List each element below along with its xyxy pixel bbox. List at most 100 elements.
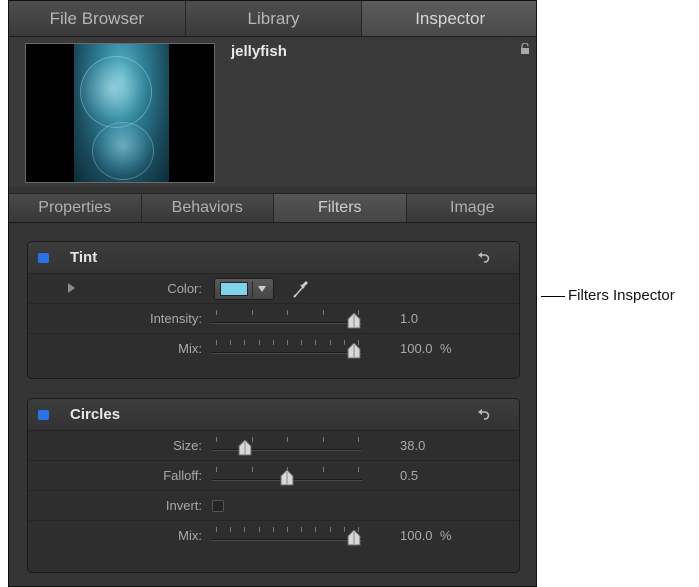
- slider-tick: [216, 340, 217, 345]
- mix-slider[interactable]: [212, 338, 362, 360]
- inspector-sub-tabs: Properties Behaviors Filters Image: [9, 193, 537, 223]
- slider-tick: [287, 340, 288, 345]
- slider-tick: [323, 310, 324, 315]
- chevron-down-icon[interactable]: [258, 286, 266, 292]
- slider-tick: [216, 310, 217, 315]
- param-value[interactable]: 100.0: [400, 528, 433, 543]
- param-unit: %: [440, 341, 452, 356]
- slider-ticks: [212, 525, 362, 533]
- jellyfish-shape: [92, 122, 154, 180]
- slider-thumb[interactable]: [280, 470, 294, 486]
- param-row-mix: Mix: 100.0 %: [28, 521, 519, 551]
- slider-tick: [252, 310, 253, 315]
- slider-thumb[interactable]: [347, 530, 361, 546]
- slider-tick: [344, 340, 345, 345]
- reset-icon[interactable]: [477, 252, 491, 264]
- filter-group-tint: Tint Color: Intensity: 1.0 Mix: 100.0 %: [27, 241, 520, 379]
- slider-tick: [252, 437, 253, 442]
- param-label: Size:: [173, 438, 202, 453]
- slider-track[interactable]: [212, 322, 362, 324]
- slider-tick: [259, 340, 260, 345]
- slider-tick: [358, 467, 359, 472]
- slider-thumb[interactable]: [347, 313, 361, 329]
- param-row-intensity: Intensity: 1.0: [28, 304, 519, 334]
- param-row-mix: Mix: 100.0 %: [28, 334, 519, 364]
- slider-tick: [244, 340, 245, 345]
- filter-title: Circles: [70, 406, 121, 423]
- tab-filters[interactable]: Filters: [274, 194, 407, 222]
- slider-tick: [216, 527, 217, 532]
- param-label: Invert:: [165, 498, 202, 513]
- slider-tick: [301, 340, 302, 345]
- slider-tick: [273, 527, 274, 532]
- size-slider[interactable]: [212, 435, 362, 457]
- filter-group-circles: Circles Size: 38.0 Falloff: 0.5 Invert: …: [27, 398, 520, 573]
- slider-tick: [344, 527, 345, 532]
- slider-tick: [230, 340, 231, 345]
- param-value[interactable]: 38.0: [400, 438, 425, 453]
- param-label: Mix:: [178, 341, 202, 356]
- param-label: Intensity:: [149, 311, 202, 326]
- slider-thumb[interactable]: [347, 343, 361, 359]
- slider-track[interactable]: [212, 449, 362, 451]
- param-label: Mix:: [178, 528, 202, 543]
- preview-thumbnail: [25, 43, 215, 183]
- slider-tick: [287, 310, 288, 315]
- param-label: Falloff:: [163, 468, 202, 483]
- lock-icon[interactable]: [520, 43, 530, 55]
- filter-enable-checkbox[interactable]: [38, 253, 49, 263]
- tab-behaviors[interactable]: Behaviors: [142, 194, 274, 222]
- slider-tick: [259, 527, 260, 532]
- clip-name: jellyfish: [231, 43, 287, 60]
- falloff-slider[interactable]: [212, 465, 362, 487]
- slider-thumb[interactable]: [238, 440, 252, 456]
- inspector-panel: File Browser Library Inspector jellyfish…: [8, 0, 537, 587]
- filter-title: Tint: [70, 249, 98, 266]
- param-unit: %: [440, 528, 452, 543]
- param-label: Color:: [167, 281, 202, 296]
- param-row-color: Color:: [28, 274, 519, 304]
- filter-header: Circles: [28, 399, 519, 431]
- filter-enable-checkbox[interactable]: [38, 410, 49, 420]
- tab-properties[interactable]: Properties: [9, 194, 142, 222]
- slider-tick: [216, 437, 217, 442]
- slider-tick: [323, 467, 324, 472]
- preview-area: jellyfish: [9, 37, 536, 187]
- color-swatch[interactable]: [220, 282, 248, 296]
- param-value[interactable]: 100.0: [400, 341, 433, 356]
- color-well[interactable]: [214, 278, 274, 300]
- reset-icon[interactable]: [477, 409, 491, 421]
- slider-tick: [230, 527, 231, 532]
- eyedropper-icon[interactable]: [292, 279, 310, 299]
- slider-tick: [315, 527, 316, 532]
- slider-ticks: [212, 338, 362, 346]
- tab-library[interactable]: Library: [186, 1, 363, 36]
- slider-tick: [330, 527, 331, 532]
- tab-inspector[interactable]: Inspector: [362, 1, 536, 36]
- slider-tick: [287, 437, 288, 442]
- disclosure-triangle-icon[interactable]: [68, 283, 75, 293]
- slider-tick: [273, 340, 274, 345]
- tab-image[interactable]: Image: [407, 194, 537, 222]
- filter-header: Tint: [28, 242, 519, 274]
- slider-tick: [315, 340, 316, 345]
- slider-ticks: [212, 308, 362, 316]
- slider-tick: [287, 527, 288, 532]
- slider-tick: [330, 340, 331, 345]
- param-value[interactable]: 0.5: [400, 468, 418, 483]
- slider-track[interactable]: [212, 352, 362, 354]
- invert-checkbox[interactable]: [212, 500, 224, 512]
- intensity-slider[interactable]: [212, 308, 362, 330]
- slider-tick: [216, 467, 217, 472]
- tab-file-browser[interactable]: File Browser: [9, 1, 186, 36]
- param-row-size: Size: 38.0: [28, 431, 519, 461]
- callout-label: Filters Inspector: [568, 287, 675, 304]
- param-value[interactable]: 1.0: [400, 311, 418, 326]
- top-tab-bar: File Browser Library Inspector: [9, 1, 536, 37]
- mix-slider[interactable]: [212, 525, 362, 547]
- slider-track[interactable]: [212, 539, 362, 541]
- param-row-invert: Invert:: [28, 491, 519, 521]
- param-row-falloff: Falloff: 0.5: [28, 461, 519, 491]
- slider-tick: [252, 467, 253, 472]
- slider-tick: [358, 437, 359, 442]
